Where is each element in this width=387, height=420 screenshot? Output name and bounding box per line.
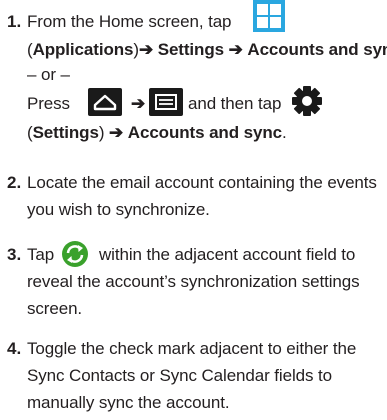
- home-key-icon: [88, 88, 122, 116]
- menu-key-icon: [149, 88, 183, 116]
- step-4-line-1: Toggle the check mark adjacent to either…: [27, 339, 357, 358]
- arrow-glyph: ➔: [138, 40, 154, 59]
- step-1-line-4: Press: [27, 94, 70, 113]
- step-number: 3.: [7, 245, 22, 264]
- step-3-line-1-rest: within the adjacent account field to: [99, 245, 356, 264]
- step-1-line-2: (Applications)➔ Settings ➔ Accounts and …: [27, 40, 387, 60]
- applications-grid-icon: [253, 0, 285, 32]
- step-3-tap-text: Tap: [27, 245, 55, 264]
- then-tap-text: and then tap: [188, 94, 282, 113]
- accounts-and-sync-label: Accounts and sync: [127, 123, 282, 142]
- arrow-glyph: ➔: [228, 40, 243, 59]
- step-2-line-2: you wish to synchronize.: [27, 200, 210, 219]
- step-2-line-1: Locate the email account containing the …: [27, 173, 377, 192]
- step-4-line-3: manually sync the account.: [27, 393, 230, 412]
- settings-gear-icon: [290, 84, 324, 118]
- step-number: 2.: [7, 173, 22, 192]
- step-1-line-1: From the Home screen, tap: [27, 12, 232, 31]
- sync-icon: [62, 241, 88, 267]
- arrow-glyph: ➔: [131, 94, 146, 113]
- applications-label: Applications: [32, 40, 134, 59]
- step-3-line-2: reveal the account’s synchronization set…: [27, 272, 360, 291]
- arrow-glyph: ➔: [109, 123, 124, 142]
- step-3-line-3: screen.: [27, 299, 83, 318]
- settings-label: Settings: [157, 40, 224, 59]
- step-number: 4.: [7, 339, 22, 358]
- settings-label: Settings: [32, 123, 99, 142]
- step-number: 1.: [7, 12, 22, 31]
- step-1-line-5: (Settings) ➔ Accounts and sync.: [27, 123, 287, 142]
- accounts-and-sync-label: Accounts and sync: [247, 40, 387, 59]
- or-separator: – or –: [27, 65, 70, 84]
- step-4-line-2: Sync Contacts or Sync Calendar fields to: [27, 366, 332, 385]
